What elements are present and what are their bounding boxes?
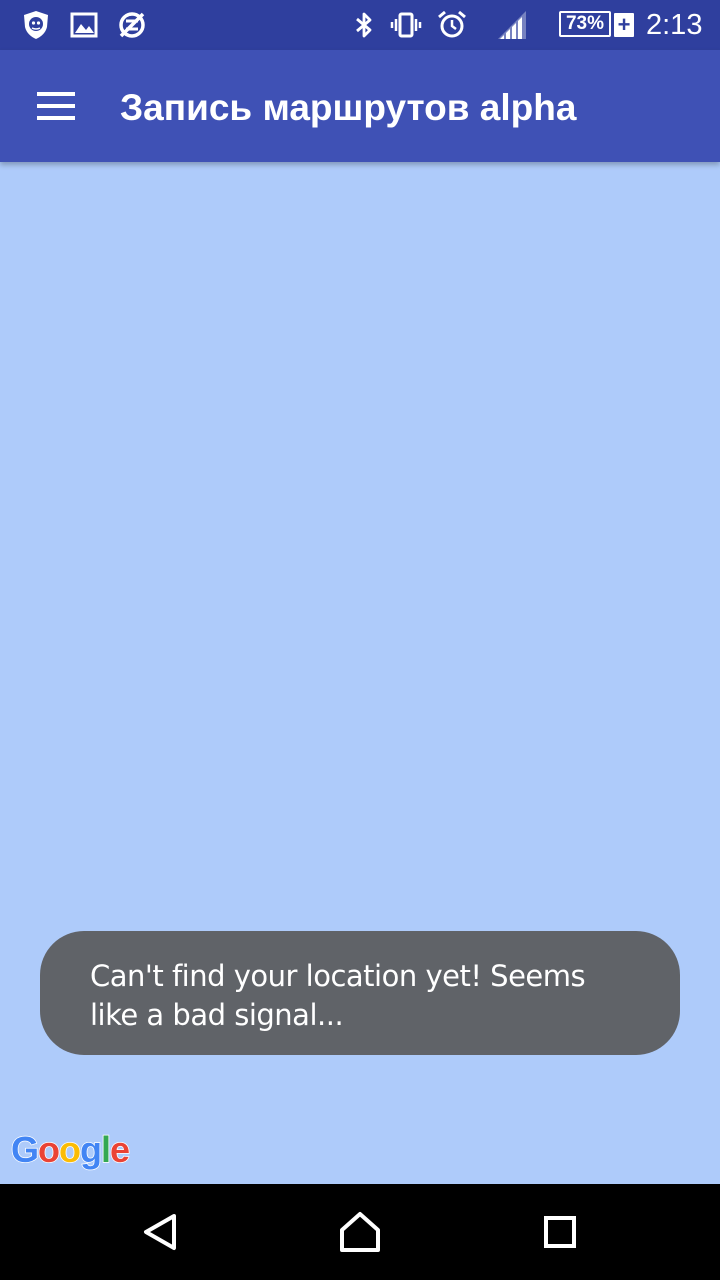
google-logo-g: G [10, 1128, 40, 1171]
dr-web-shield-icon [20, 9, 52, 41]
alarm-icon [436, 9, 468, 41]
home-icon [340, 1212, 380, 1252]
hamburger-menu-icon [37, 92, 75, 120]
map-view[interactable]: Can't find your location yet! Seems like… [0, 162, 720, 1184]
battery-level: 73% [559, 11, 611, 37]
back-button[interactable] [136, 1208, 184, 1256]
app-title: Запись маршрутов alpha [120, 87, 577, 128]
signal-icon [496, 9, 528, 41]
image-icon [68, 9, 100, 41]
navigation-bar [0, 1184, 720, 1280]
status-time: 2:13 [646, 9, 703, 41]
status-bar: 73% + 2:13 [0, 0, 720, 50]
back-icon [144, 1214, 176, 1250]
bluetooth-icon [348, 9, 380, 41]
menu-button[interactable] [24, 78, 88, 134]
vibrate-icon [390, 9, 422, 41]
app-bar: Запись маршрутов alpha [0, 50, 720, 162]
google-logo-g2: g [79, 1128, 103, 1171]
recents-button[interactable] [536, 1208, 584, 1256]
google-logo-l: l [100, 1128, 112, 1171]
battery-charging-icon: + [614, 13, 634, 37]
google-logo-o1: o [37, 1128, 61, 1171]
google-attribution-logo: Google [10, 1128, 131, 1172]
toast-message: Can't find your location yet! Seems like… [40, 931, 680, 1055]
no-sync-icon [116, 9, 148, 41]
google-logo-o2: o [58, 1128, 82, 1171]
google-logo-e: e [109, 1128, 131, 1171]
home-button[interactable] [336, 1208, 384, 1256]
recents-icon [544, 1216, 576, 1248]
